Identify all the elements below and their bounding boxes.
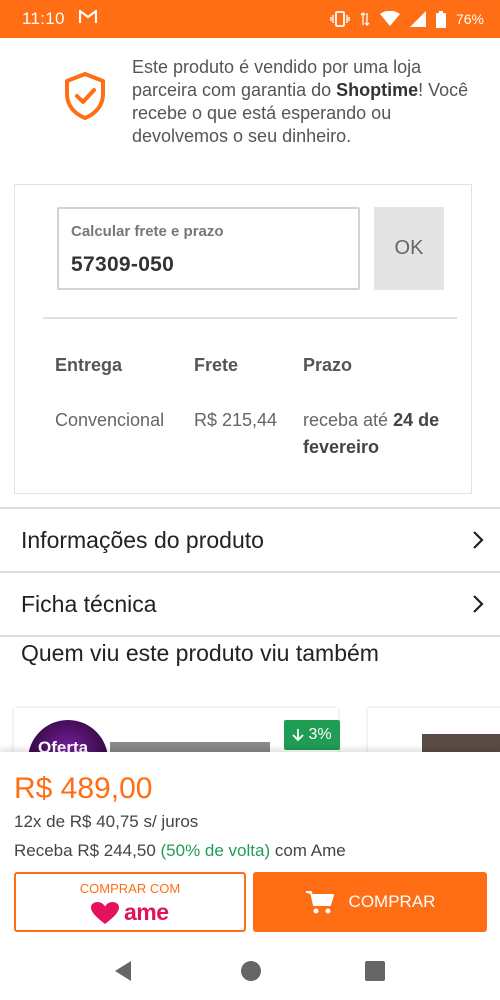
shield-check-icon [64, 72, 106, 120]
status-bar: 11:10 76% [0, 0, 500, 38]
header-prazo: Prazo [303, 355, 353, 375]
buy-button-label: COMPRAR [348, 892, 436, 911]
data-arrows-icon [360, 11, 370, 27]
guarantee-text: Este produto é vendido por uma loja parc… [132, 57, 469, 146]
navigation-bar [0, 940, 500, 1000]
wifi-icon [379, 11, 400, 27]
arrow-down-icon [292, 729, 305, 742]
status-icons: 76% [330, 10, 484, 28]
product-image [422, 734, 500, 752]
gmail-icon [78, 8, 97, 29]
product-card[interactable] [368, 708, 500, 752]
tech-sheet-label: Ficha técnica [21, 590, 157, 617]
product-image [110, 742, 270, 752]
cart-icon [305, 891, 334, 914]
shipping-calculator: Calcular frete e prazo 57309-050 OK Entr… [14, 184, 472, 494]
frete-value: R$ 215,44 [194, 410, 278, 430]
vibrate-icon [330, 11, 350, 27]
buy-button[interactable]: COMPRAR [253, 872, 487, 932]
product-carousel: Oferta 3% [0, 706, 500, 752]
home-icon[interactable] [240, 960, 262, 987]
offer-badge: Oferta [28, 720, 108, 752]
product-info-row[interactable]: Informações do produto [0, 507, 500, 571]
discount-badge: 3% [284, 720, 340, 750]
status-time: 11:10 [22, 9, 65, 28]
recents-icon[interactable] [364, 960, 386, 987]
product-card[interactable]: Oferta 3% [14, 708, 340, 752]
ame-logo: ame [90, 899, 169, 926]
chevron-right-icon [470, 529, 486, 551]
tech-sheet-row[interactable]: Ficha técnica [0, 571, 500, 635]
buy-with-ame-label: COMPRAR COM [79, 881, 181, 896]
back-icon[interactable] [113, 960, 133, 987]
cep-input-value[interactable]: 57309-050 [71, 253, 174, 277]
cashback-text: Receba R$ 244,50 (50% de volta) com Ame [14, 841, 346, 860]
battery-icon [435, 10, 446, 28]
cep-input[interactable]: Calcular frete e prazo 57309-050 [57, 207, 360, 290]
header-frete: Frete [194, 355, 239, 375]
also-viewed-title: Quem viu este produto viu também [21, 640, 379, 666]
signal-icon [409, 11, 426, 27]
buy-with-ame-button[interactable]: COMPRAR COM ame [14, 872, 246, 932]
ame-heart-icon [91, 901, 119, 924]
divider [0, 635, 500, 637]
ok-button[interactable]: OK [374, 207, 444, 290]
installments-text: 12x de R$ 40,75 s/ juros [14, 812, 199, 831]
battery-percent: 76% [455, 11, 484, 27]
guarantee-notice: Este produto é vendido por uma loja parc… [0, 56, 500, 146]
entrega-type: Convencional [55, 410, 165, 430]
brand-name: Shoptime [336, 80, 419, 100]
chevron-right-icon [470, 593, 486, 615]
cep-input-label: Calcular frete e prazo [71, 223, 224, 240]
prazo-value: receba até 24 de fevereiro [303, 410, 440, 457]
product-price: R$ 489,00 [14, 772, 153, 805]
product-info-label: Informações do produto [21, 526, 264, 553]
price-bar: R$ 489,00 12x de R$ 40,75 s/ juros Receb… [0, 752, 500, 940]
divider [43, 317, 457, 319]
header-entrega: Entrega [55, 355, 123, 375]
